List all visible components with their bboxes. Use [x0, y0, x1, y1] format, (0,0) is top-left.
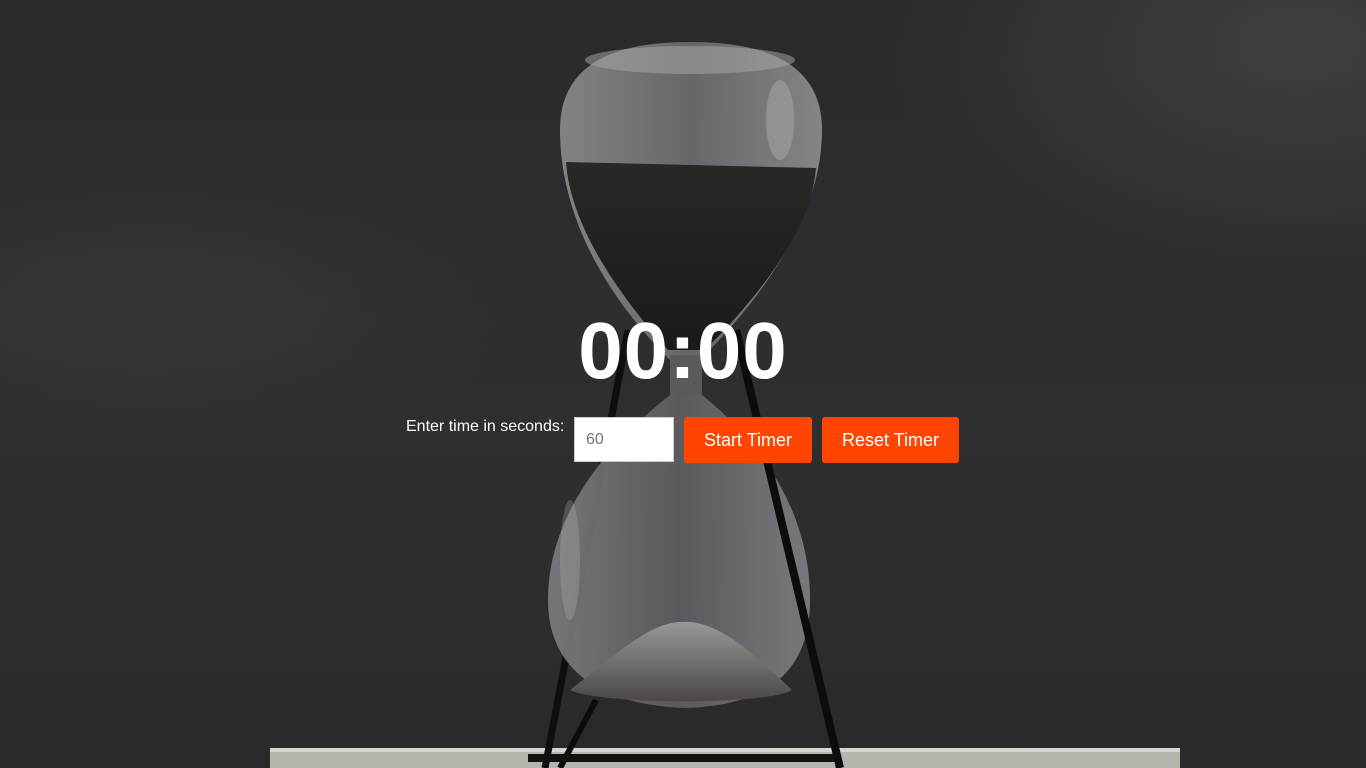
seconds-input-label: Enter time in seconds: [406, 418, 565, 435]
reset-timer-button[interactable]: Reset Timer [822, 417, 959, 463]
timer-display: 00:00 [578, 306, 788, 395]
seconds-input[interactable] [574, 417, 674, 462]
start-timer-button[interactable]: Start Timer [684, 417, 812, 463]
timer-controls: Enter time in seconds: Start Timer Reset… [0, 417, 1366, 463]
